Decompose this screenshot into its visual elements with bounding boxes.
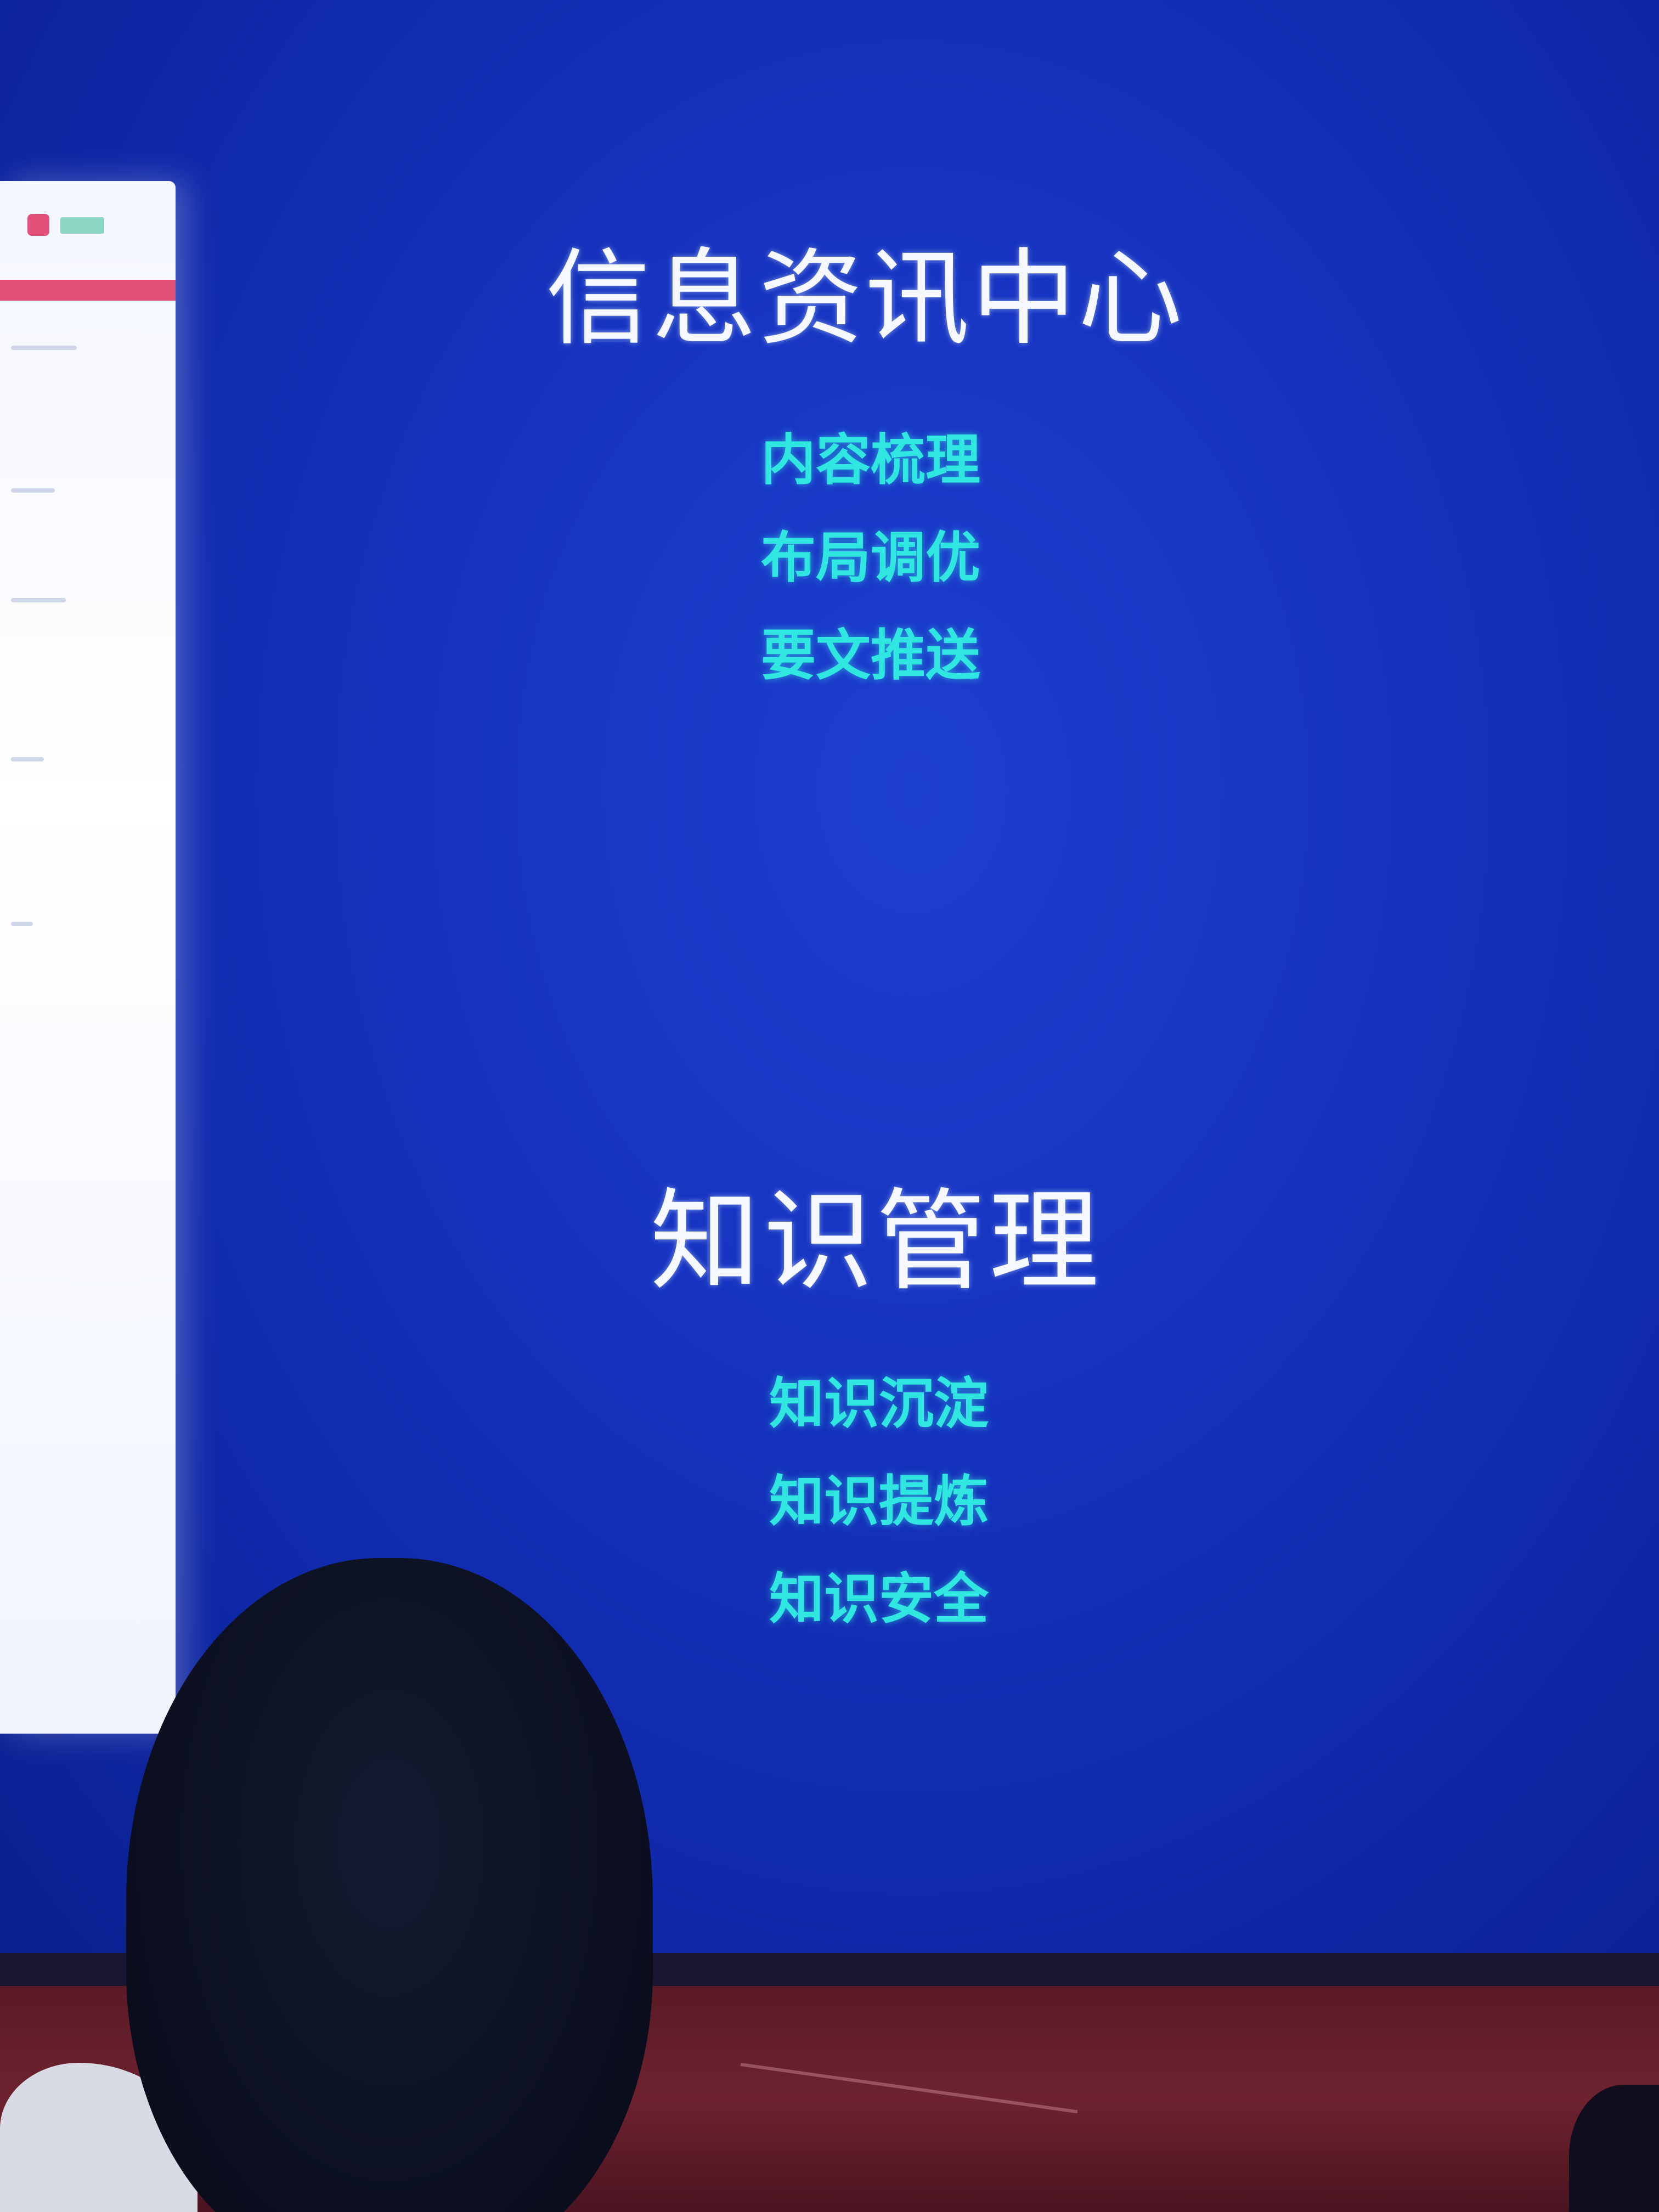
- photo-scene: 信息资讯中心 内容梳理 布局调优 要文推送 知识管理 知识沉淀 知识提炼 知识安…: [0, 0, 1659, 2212]
- audience-head: [126, 1558, 653, 2212]
- section-list-info-center: 内容梳理 布局调优 要文推送: [0, 411, 1659, 704]
- list-item: 要文推送: [761, 623, 980, 687]
- section-title-knowledge-management: 知识管理: [650, 1178, 1102, 1306]
- faint-text-line: [11, 757, 44, 761]
- list-item: 布局调优: [761, 526, 980, 590]
- faint-text-line: [11, 922, 33, 926]
- list-item: 内容梳理: [761, 428, 980, 492]
- list-item: 知识提炼: [769, 1469, 989, 1533]
- section-list-knowledge-management: 知识沉淀 知识提炼 知识安全: [0, 1355, 1659, 1648]
- list-item: 知识沉淀: [769, 1372, 989, 1436]
- section-title-info-center: 信息资讯中心: [545, 238, 1184, 359]
